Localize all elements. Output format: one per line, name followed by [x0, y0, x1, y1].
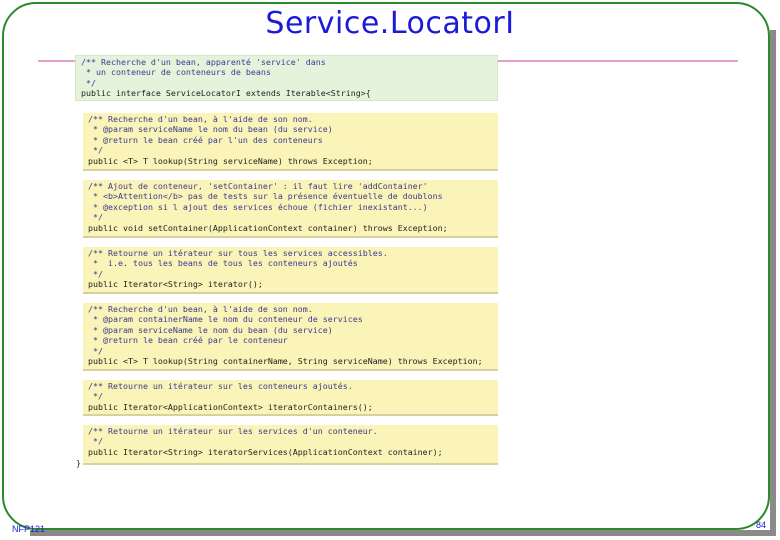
code-line: /** Recherche d'un bean, apparenté 'serv… — [81, 57, 326, 67]
code-line: /** Ajout de conteneur, 'setContainer' :… — [88, 181, 428, 191]
frame-shadow-bottom — [30, 530, 776, 536]
code-line: * @return le bean créé par le conteneur — [88, 335, 288, 346]
code-line: */ — [88, 212, 103, 223]
method-block-iterator-services: /** Retourne un itérateur sur les servic… — [83, 425, 498, 465]
code-line: public <T> T lookup(String containerName… — [88, 355, 483, 366]
code-line: /** Retourne un itérateur sur les conten… — [88, 381, 353, 391]
code-line: */ — [88, 145, 103, 156]
code-line: public <T> T lookup(String serviceName) … — [88, 155, 373, 166]
code-line: */ — [88, 345, 103, 356]
code-line: public interface ServiceLocatorI extends… — [81, 88, 371, 99]
code-line: * @return le bean créé par l'un des cont… — [88, 134, 323, 145]
code-line: /** Recherche d'un bean, à l'aide de son… — [88, 114, 313, 124]
code-listing: /** Recherche d'un bean, apparenté 'serv… — [75, 55, 498, 467]
method-block-lookup: /** Recherche d'un bean, à l'aide de son… — [83, 113, 498, 171]
code-line: /** Retourne un itérateur sur tous les s… — [88, 248, 388, 258]
code-line: */ — [88, 268, 103, 279]
code-line: * @exception si l ajout des services éch… — [88, 201, 428, 212]
code-line: */ — [88, 436, 103, 447]
code-line: * @param serviceName le nom du bean (du … — [88, 324, 333, 335]
code-line: public Iterator<String> iteratorServices… — [88, 446, 443, 457]
method-block-lookup-container: /** Recherche d'un bean, à l'aide de son… — [83, 303, 498, 371]
code-line: * un conteneur de conteneurs de beans — [81, 67, 271, 78]
course-code: NFP121 — [12, 524, 46, 534]
closing-brace: } — [76, 458, 81, 468]
interface-header-block: /** Recherche d'un bean, apparenté 'serv… — [75, 55, 498, 101]
code-line: */ — [88, 391, 103, 402]
code-line: public Iterator<ApplicationContext> iter… — [88, 401, 373, 412]
page-number: 84 — [756, 520, 767, 530]
code-line: public void setContainer(ApplicationCont… — [88, 222, 448, 233]
code-line: * @param containerName le nom du contene… — [88, 314, 363, 325]
slide-title: Service.LocatorI — [265, 6, 515, 41]
code-line: /** Recherche d'un bean, à l'aide de son… — [88, 304, 313, 314]
code-line: * @param serviceName le nom du bean (du … — [88, 124, 333, 135]
method-block-set-container: /** Ajout de conteneur, 'setContainer' :… — [83, 180, 498, 238]
frame-shadow-right — [770, 30, 776, 534]
code-line: * <b>Attention</b> pas de tests sur la p… — [88, 191, 443, 202]
code-line: public Iterator<String> iterator(); — [88, 279, 263, 290]
method-block-iterator-containers: /** Retourne un itérateur sur les conten… — [83, 380, 498, 416]
method-block-iterator: /** Retourne un itérateur sur tous les s… — [83, 247, 498, 294]
code-line: /** Retourne un itérateur sur les servic… — [88, 426, 378, 436]
code-line: */ — [81, 77, 96, 88]
code-line: * i.e. tous les beans de tous les conten… — [88, 258, 358, 269]
